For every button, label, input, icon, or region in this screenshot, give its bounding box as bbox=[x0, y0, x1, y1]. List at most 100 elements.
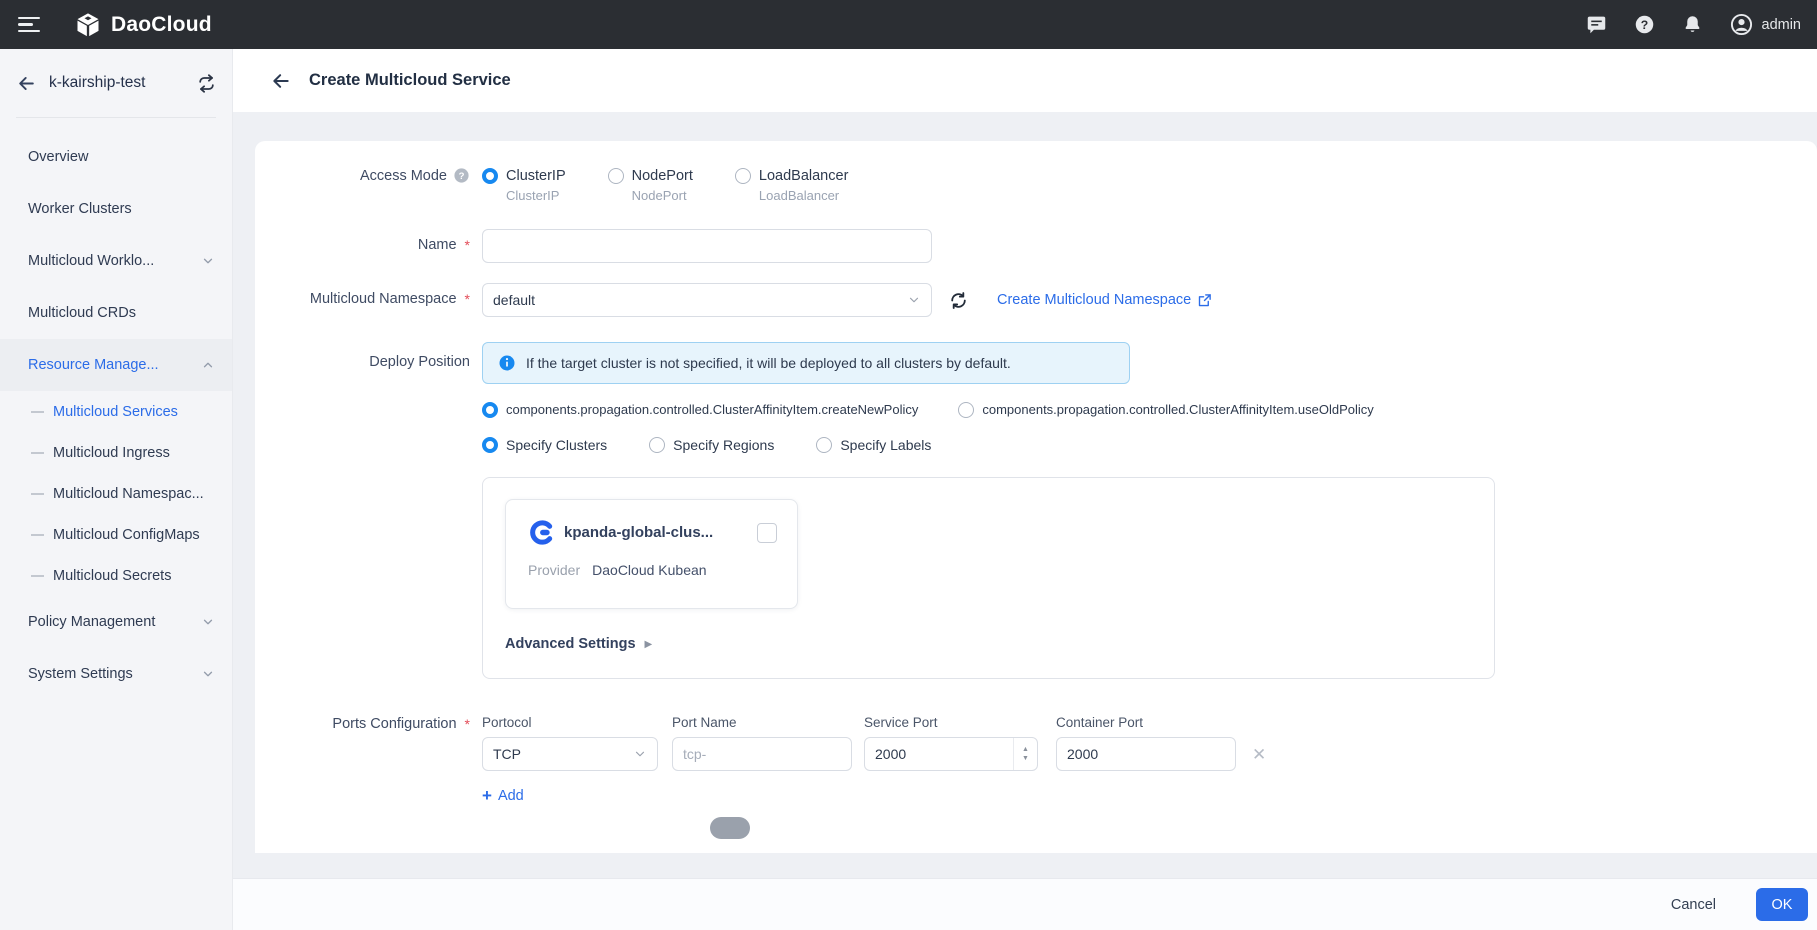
username: admin bbox=[1762, 17, 1802, 33]
cancel-button[interactable]: Cancel bbox=[1661, 891, 1726, 919]
chevron-up-icon bbox=[201, 358, 215, 372]
sidebar-item-overview[interactable]: Overview bbox=[0, 131, 232, 183]
access-mode-option-nodeport[interactable]: NodePort NodePort bbox=[608, 167, 693, 203]
switch-cluster-icon[interactable] bbox=[197, 74, 216, 93]
radio-icon[interactable] bbox=[816, 437, 832, 453]
radio-selected-icon[interactable] bbox=[482, 168, 498, 184]
svg-text:?: ? bbox=[1640, 18, 1647, 32]
help-icon[interactable]: ? bbox=[1634, 14, 1655, 35]
daocloud-logo-icon bbox=[74, 11, 102, 39]
radio-icon[interactable] bbox=[649, 437, 665, 453]
sidebar-item-multicloud-services[interactable]: Multicloud Services bbox=[0, 391, 232, 432]
info-icon bbox=[498, 354, 516, 372]
sidebar-header: k-kairship-test bbox=[0, 49, 232, 117]
radio-selected-icon[interactable] bbox=[482, 402, 498, 418]
namespace-select[interactable]: default bbox=[482, 283, 932, 317]
sidebar-item-multicloud-secrets[interactable]: Multicloud Secrets bbox=[0, 555, 232, 596]
protocol-column-header: Portocol bbox=[482, 715, 672, 730]
sidebar-item-multicloud-configmaps[interactable]: Multicloud ConfigMaps bbox=[0, 514, 232, 555]
chevron-down-icon bbox=[201, 254, 215, 268]
sidebar-item-multicloud-namespaces[interactable]: Multicloud Namespac... bbox=[0, 473, 232, 514]
port-name-input[interactable] bbox=[672, 737, 852, 771]
service-port-input[interactable] bbox=[864, 737, 1038, 771]
ports-column-headers: Portocol Port Name Service Port Containe… bbox=[482, 715, 1266, 730]
port-name-column-header: Port Name bbox=[672, 715, 864, 730]
form-card: Access Mode ? ClusterIP ClusterIP bbox=[255, 141, 1817, 853]
field-help-icon[interactable]: ? bbox=[453, 167, 470, 184]
advanced-settings-toggle[interactable]: Advanced Settings ▶ bbox=[505, 636, 1472, 652]
service-port-column-header: Service Port bbox=[864, 715, 1056, 730]
sidebar: k-kairship-test Overview Worker Clusters… bbox=[0, 49, 233, 930]
sidebar-item-multicloud-ingress[interactable]: Multicloud Ingress bbox=[0, 432, 232, 473]
container-port-input[interactable] bbox=[1056, 737, 1236, 771]
cluster-card-kpanda-global[interactable]: kpanda-global-clus... Provider DaoCloud … bbox=[505, 499, 798, 609]
session-toggle-partial[interactable] bbox=[710, 817, 750, 839]
stepper-up-icon[interactable]: ▲ bbox=[1022, 746, 1029, 753]
sidebar-nav: Overview Worker Clusters Multicloud Work… bbox=[0, 118, 232, 700]
namespace-label: Multicloud Namespace* bbox=[255, 283, 470, 307]
ok-button[interactable]: OK bbox=[1756, 888, 1808, 921]
sidebar-item-policy-management[interactable]: Policy Management bbox=[0, 596, 232, 648]
sidebar-item-multicloud-crds[interactable]: Multicloud CRDs bbox=[0, 287, 232, 339]
number-stepper[interactable]: ▲ ▼ bbox=[1013, 738, 1037, 770]
dash-icon bbox=[31, 452, 44, 454]
ports-row: TCP ▲ ▼ bbox=[482, 737, 1266, 771]
cluster-checkbox[interactable] bbox=[757, 523, 777, 543]
main-content: Create Multicloud Service Access Mode ? bbox=[233, 49, 1817, 930]
cluster-name-text: kpanda-global-clus... bbox=[564, 524, 748, 541]
footer-action-bar: Cancel OK bbox=[233, 878, 1817, 930]
deploy-position-label: Deploy Position bbox=[255, 342, 470, 370]
chevron-down-icon bbox=[633, 747, 647, 761]
dash-icon bbox=[31, 493, 44, 495]
protocol-select[interactable]: TCP bbox=[482, 737, 658, 771]
policy-option-use-old[interactable]: components.propagation.controlled.Cluste… bbox=[958, 401, 1373, 418]
sidebar-item-worker-clusters[interactable]: Worker Clusters bbox=[0, 183, 232, 235]
access-mode-option-clusterip[interactable]: ClusterIP ClusterIP bbox=[482, 167, 566, 203]
plus-icon: + bbox=[482, 787, 492, 804]
policy-option-create-new[interactable]: components.propagation.controlled.Cluste… bbox=[482, 401, 918, 418]
sidebar-back-icon[interactable] bbox=[17, 74, 36, 93]
radio-icon[interactable] bbox=[958, 402, 974, 418]
provider-label: Provider bbox=[528, 562, 580, 578]
container-port-column-header: Container Port bbox=[1056, 715, 1236, 730]
brand-name: DaoCloud bbox=[111, 13, 212, 37]
sidebar-item-multicloud-workloads[interactable]: Multicloud Worklo... bbox=[0, 235, 232, 287]
create-namespace-link[interactable]: Create Multicloud Namespace bbox=[997, 292, 1212, 308]
access-mode-option-loadbalancer[interactable]: LoadBalancer LoadBalancer bbox=[735, 167, 849, 203]
specify-options: Specify Clusters Specify Regions Specify… bbox=[482, 436, 1495, 453]
refresh-namespaces-icon[interactable] bbox=[948, 290, 969, 311]
notifications-bell-icon[interactable] bbox=[1682, 14, 1703, 35]
remove-port-row-icon[interactable]: ✕ bbox=[1252, 746, 1266, 763]
menu-toggle-icon[interactable] bbox=[18, 17, 40, 33]
access-mode-options: ClusterIP ClusterIP NodePort NodePort bbox=[482, 167, 848, 203]
add-port-row-button[interactable]: + Add bbox=[482, 787, 1266, 804]
sidebar-item-system-settings[interactable]: System Settings bbox=[0, 648, 232, 700]
name-label: Name* bbox=[255, 229, 470, 253]
provider-value: DaoCloud Kubean bbox=[592, 562, 706, 578]
deploy-position-row: Deploy Position If the target cluster is… bbox=[255, 342, 1817, 679]
svg-text:?: ? bbox=[459, 171, 465, 182]
page-title: Create Multicloud Service bbox=[309, 71, 511, 90]
brand: DaoCloud bbox=[74, 11, 212, 39]
specify-option-clusters[interactable]: Specify Clusters bbox=[482, 436, 607, 453]
chevron-down-icon bbox=[201, 667, 215, 681]
page-back-icon[interactable] bbox=[271, 71, 291, 91]
content-body: Access Mode ? ClusterIP ClusterIP bbox=[233, 112, 1817, 930]
external-link-icon bbox=[1197, 293, 1212, 308]
topbar: DaoCloud ? bbox=[0, 0, 1817, 49]
user-menu[interactable]: admin bbox=[1730, 13, 1802, 36]
specify-option-labels[interactable]: Specify Labels bbox=[816, 436, 931, 453]
sidebar-item-resource-management[interactable]: Resource Manage... bbox=[0, 339, 232, 391]
specify-option-regions[interactable]: Specify Regions bbox=[649, 436, 774, 453]
namespace-row: Multicloud Namespace* default bbox=[255, 283, 1817, 317]
name-input[interactable] bbox=[482, 229, 932, 263]
current-cluster-name: k-kairship-test bbox=[49, 74, 184, 92]
stepper-down-icon[interactable]: ▼ bbox=[1022, 755, 1029, 762]
messages-icon[interactable] bbox=[1586, 14, 1607, 35]
radio-icon[interactable] bbox=[608, 168, 624, 184]
radio-selected-icon[interactable] bbox=[482, 437, 498, 453]
topbar-right: ? admin bbox=[1586, 13, 1802, 36]
radio-icon[interactable] bbox=[735, 168, 751, 184]
name-row: Name* bbox=[255, 229, 1817, 263]
dash-icon bbox=[31, 411, 44, 413]
